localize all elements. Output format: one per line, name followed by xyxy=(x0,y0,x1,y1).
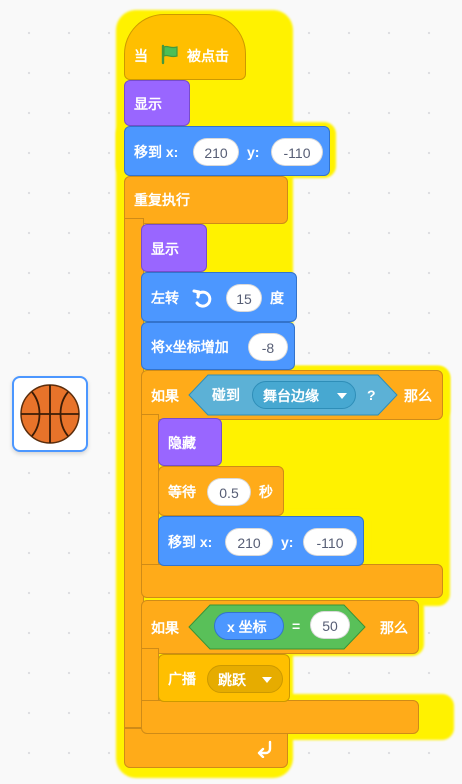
chevron-down-icon xyxy=(262,677,272,683)
question-mark: ? xyxy=(367,387,376,403)
then-label: 那么 xyxy=(404,388,432,404)
goto-label: 移到 x: xyxy=(168,534,213,550)
green-flag-icon xyxy=(159,43,181,65)
goto-y-label: y: xyxy=(281,534,294,550)
basketball-icon xyxy=(20,384,80,444)
show-label: 显示 xyxy=(151,241,179,257)
change-x-block[interactable]: 将x坐标增加 -8 xyxy=(141,322,295,370)
goto-xy-block[interactable]: 移到 x: 210 y: -110 xyxy=(124,126,330,176)
goto-y-input[interactable]: -110 xyxy=(303,528,357,556)
wait-label: 等待 xyxy=(168,484,196,500)
goto-y-label: y: xyxy=(247,144,260,160)
if-label: 如果 xyxy=(151,620,179,636)
forever-label: 重复执行 xyxy=(134,192,190,208)
goto-x-input[interactable]: 210 xyxy=(193,138,239,166)
show-block[interactable]: 显示 xyxy=(141,224,207,272)
if-footer[interactable] xyxy=(141,564,443,598)
broadcast-label: 广播 xyxy=(168,671,196,687)
x-position-reporter[interactable]: x 坐标 xyxy=(214,612,284,640)
wait-unit-label: 秒 xyxy=(259,484,273,500)
touching-label: 碰到 xyxy=(212,387,240,403)
hat-clicked-label: 被点击 xyxy=(187,48,229,64)
turn-unit-label: 度 xyxy=(270,290,284,306)
turn-left-block[interactable]: 左转 15 度 xyxy=(141,272,297,322)
rotate-left-icon xyxy=(192,287,214,309)
touching-target-dropdown[interactable]: 舞台边缘 xyxy=(252,381,356,409)
hide-label: 隐藏 xyxy=(168,435,196,451)
goto-label: 移到 x: xyxy=(134,144,179,160)
touching-target-value: 舞台边缘 xyxy=(263,388,319,404)
wait-block[interactable]: 等待 0.5 秒 xyxy=(158,466,284,516)
wait-seconds-input[interactable]: 0.5 xyxy=(207,478,251,506)
show-block[interactable]: 显示 xyxy=(124,80,190,126)
code-workspace[interactable]: 重复执行 当 被点击 显示 移到 x: 210 y: -110 显示 左转 15… xyxy=(0,0,462,784)
goto-xy-block[interactable]: 移到 x: 210 y: -110 xyxy=(158,516,364,566)
goto-y-input[interactable]: -110 xyxy=(271,138,323,166)
hide-block[interactable]: 隐藏 xyxy=(158,418,222,466)
turn-degrees-input[interactable]: 15 xyxy=(226,284,262,312)
change-x-input[interactable]: -8 xyxy=(248,333,288,361)
broadcast-message-dropdown[interactable]: 跳跃 xyxy=(207,665,283,693)
forever-footer[interactable] xyxy=(124,728,288,768)
then-label: 那么 xyxy=(380,620,408,636)
equals-value-input[interactable]: 50 xyxy=(310,611,350,639)
loop-arrow-icon xyxy=(255,738,275,759)
hat-when-label: 当 xyxy=(134,48,148,64)
equals-sign: = xyxy=(292,618,301,634)
turn-label: 左转 xyxy=(151,290,179,306)
if-arm xyxy=(141,414,159,574)
show-label: 显示 xyxy=(134,96,162,112)
if-footer[interactable] xyxy=(141,700,419,734)
broadcast-message-value: 跳跃 xyxy=(218,672,246,688)
goto-x-input[interactable]: 210 xyxy=(225,528,273,556)
sprite-thumbnail[interactable] xyxy=(12,376,88,452)
if-label: 如果 xyxy=(151,388,179,404)
change-x-label: 将x坐标增加 xyxy=(151,339,229,355)
broadcast-block[interactable]: 广播 跳跃 xyxy=(158,654,290,702)
when-flag-clicked-hat[interactable]: 当 被点击 xyxy=(124,14,246,80)
forever-block[interactable]: 重复执行 xyxy=(124,176,288,224)
chevron-down-icon xyxy=(337,393,347,399)
